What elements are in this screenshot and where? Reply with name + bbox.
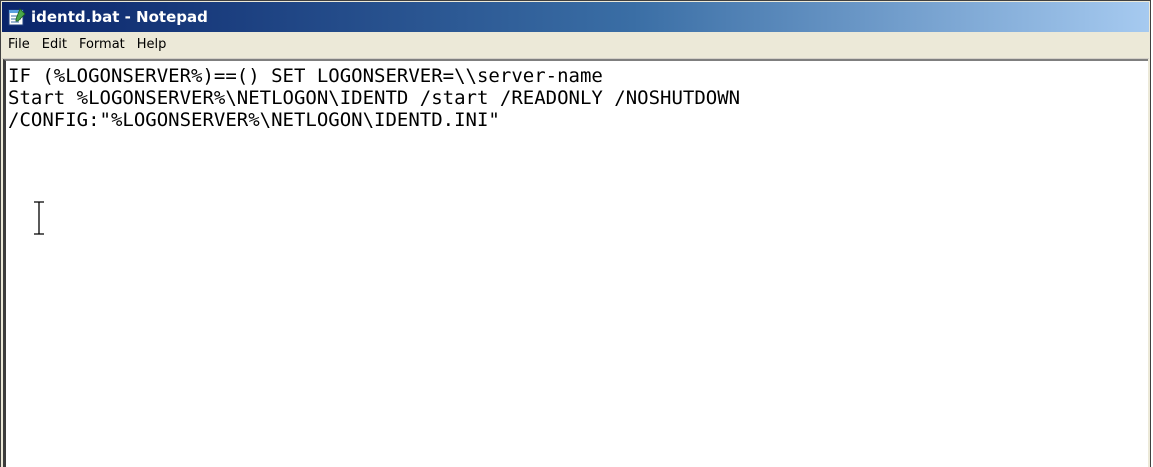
menu-file[interactable]: File: [2, 35, 36, 55]
menu-help[interactable]: Help: [131, 35, 173, 55]
editor-line: IF (%LOGONSERVER%)==() SET LOGONSERVER=\…: [8, 65, 603, 87]
menu-format[interactable]: Format: [73, 35, 131, 55]
editor-line: /CONFIG:"%LOGONSERVER%\NETLOGON\IDENTD.I…: [8, 109, 500, 131]
menu-edit[interactable]: Edit: [36, 35, 73, 55]
editor-content: IF (%LOGONSERVER%)==() SET LOGONSERVER=\…: [6, 65, 740, 131]
notepad-icon[interactable]: [7, 7, 27, 27]
menu-bar: File Edit Format Help: [2, 32, 1149, 59]
text-editor-area[interactable]: IF (%LOGONSERVER%)==() SET LOGONSERVER=\…: [3, 59, 1148, 467]
title-bar[interactable]: identd.bat - Notepad: [2, 2, 1149, 32]
editor-line: Start %LOGONSERVER%\NETLOGON\IDENTD /sta…: [8, 87, 741, 109]
text-ibeam-cursor-icon: [32, 201, 46, 235]
notepad-window: identd.bat - Notepad File Edit Format He…: [0, 0, 1151, 467]
window-title: identd.bat - Notepad: [31, 8, 208, 26]
